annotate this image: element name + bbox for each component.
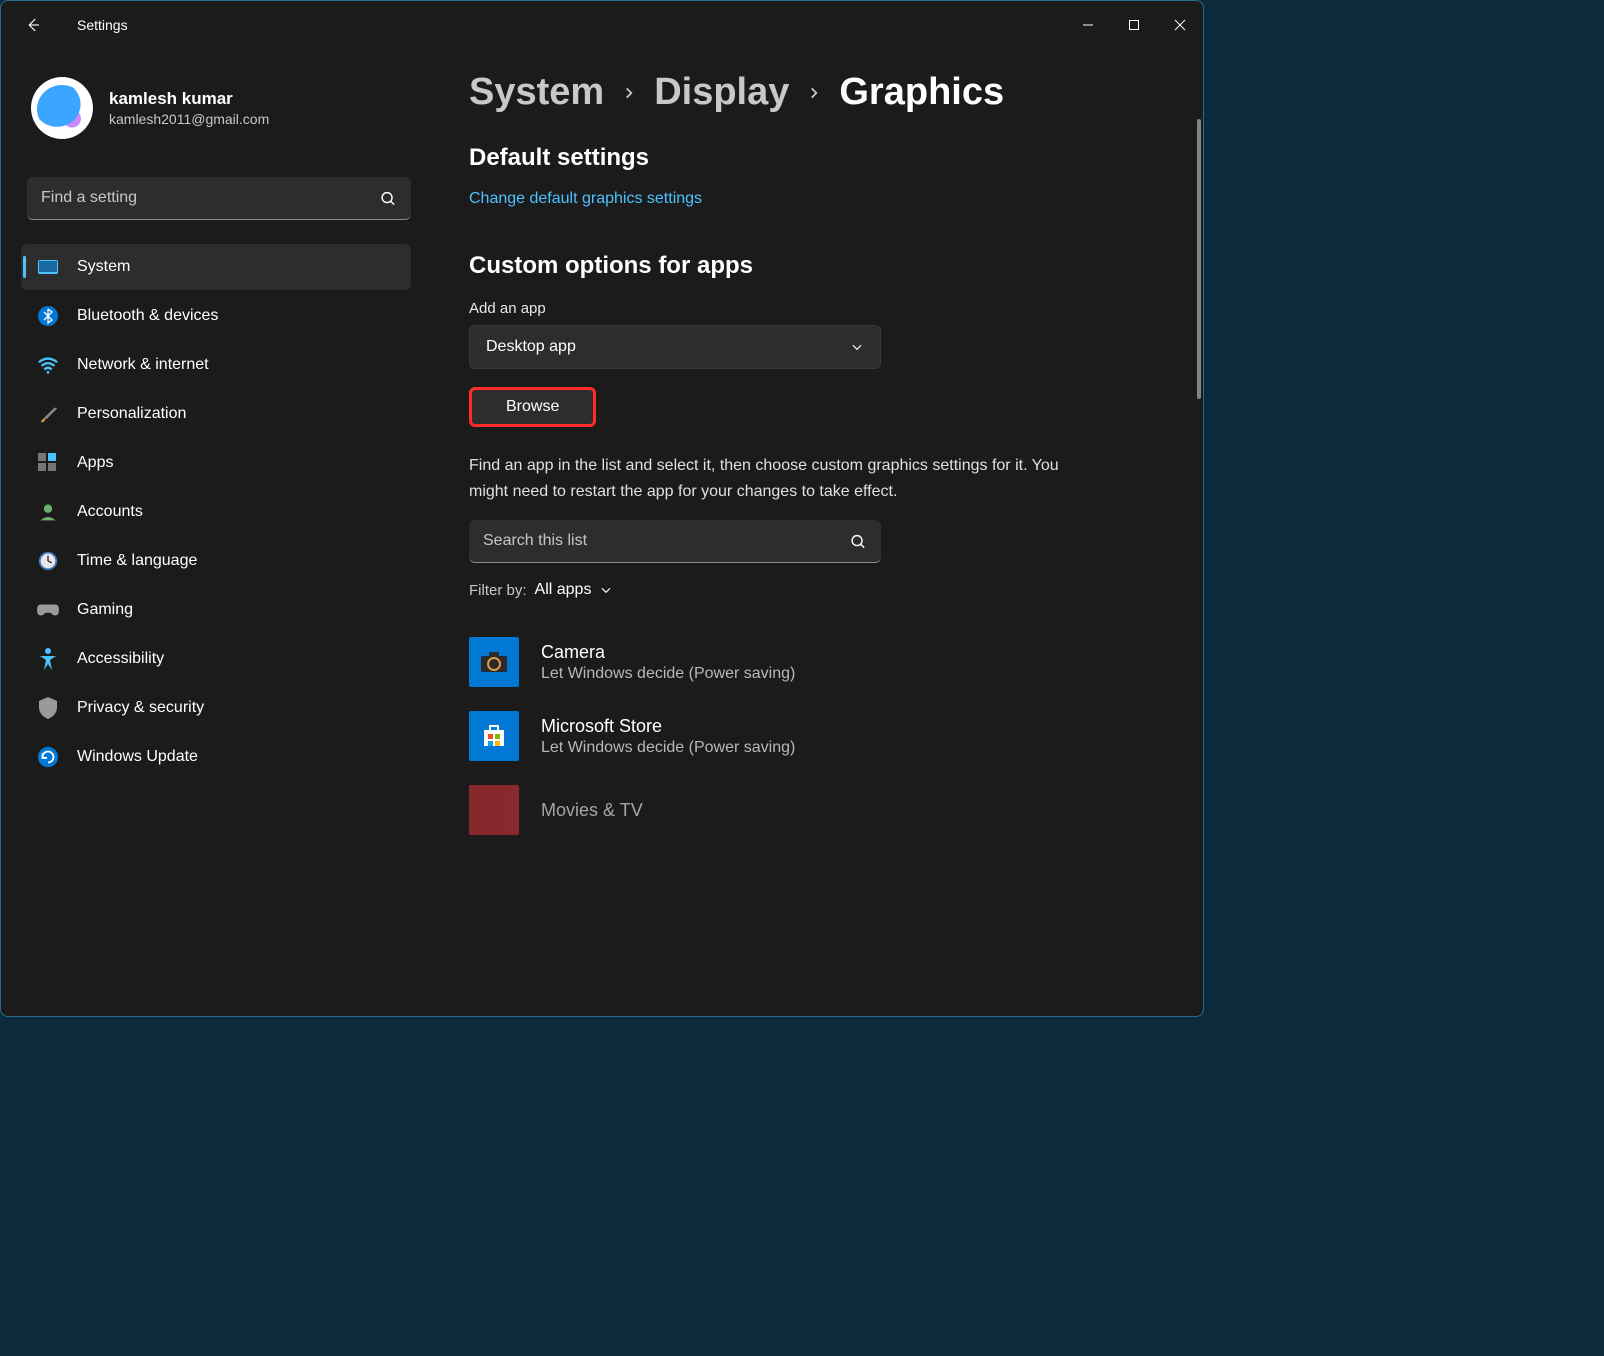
app-name: Movies & TV — [541, 800, 643, 821]
sidebar-item-time[interactable]: Time & language — [21, 538, 411, 584]
chevron-down-icon — [850, 340, 864, 354]
apps-icon — [37, 452, 59, 474]
filter-value: All apps — [535, 581, 592, 599]
sidebar-item-bluetooth[interactable]: Bluetooth & devices — [21, 293, 411, 339]
shield-icon — [37, 697, 59, 719]
add-app-label: Add an app — [469, 300, 1193, 317]
scrollbar[interactable] — [1197, 119, 1201, 399]
sidebar-item-label: Accessibility — [77, 650, 164, 668]
filter-label: Filter by: — [469, 582, 527, 599]
sidebar-item-gaming[interactable]: Gaming — [21, 587, 411, 633]
app-row-camera[interactable]: Camera Let Windows decide (Power saving) — [469, 625, 1193, 699]
titlebar: Settings — [1, 1, 1203, 49]
store-icon — [469, 711, 519, 761]
movies-icon — [469, 785, 519, 835]
app-name: Microsoft Store — [541, 716, 795, 737]
search-icon — [850, 533, 867, 550]
sidebar-item-label: System — [77, 258, 130, 276]
sidebar-item-label: Bluetooth & devices — [77, 307, 218, 325]
sidebar-item-label: Gaming — [77, 601, 133, 619]
sidebar-item-accessibility[interactable]: Accessibility — [21, 636, 411, 682]
dropdown-value: Desktop app — [486, 338, 576, 356]
sidebar-item-label: Time & language — [77, 552, 197, 570]
sidebar-item-label: Personalization — [77, 405, 186, 423]
update-icon — [37, 746, 59, 768]
sidebar: kamlesh kumar kamlesh2011@gmail.com Syst… — [1, 49, 421, 1016]
bluetooth-icon — [37, 305, 59, 327]
filter-row[interactable]: Filter by: All apps — [469, 581, 1193, 599]
user-profile[interactable]: kamlesh kumar kamlesh2011@gmail.com — [21, 77, 421, 139]
breadcrumb-system[interactable]: System — [469, 71, 604, 114]
sidebar-item-label: Windows Update — [77, 748, 198, 766]
accessibility-icon — [37, 648, 59, 670]
app-sub: Let Windows decide (Power saving) — [541, 665, 795, 683]
sidebar-item-label: Privacy & security — [77, 699, 204, 717]
search-input[interactable] — [27, 177, 411, 220]
sidebar-item-network[interactable]: Network & internet — [21, 342, 411, 388]
sidebar-item-privacy[interactable]: Privacy & security — [21, 685, 411, 731]
minimize-button[interactable] — [1065, 10, 1111, 40]
main-content: System Display Graphics Default settings… — [421, 49, 1203, 1016]
user-email: kamlesh2011@gmail.com — [109, 111, 269, 127]
app-sub: Let Windows decide (Power saving) — [541, 739, 795, 757]
app-title: Settings — [77, 17, 128, 33]
clock-icon — [37, 550, 59, 572]
maximize-button[interactable] — [1111, 10, 1157, 40]
search-list-input[interactable] — [469, 520, 881, 563]
avatar — [31, 77, 93, 139]
breadcrumb-display[interactable]: Display — [654, 71, 789, 114]
camera-icon — [469, 637, 519, 687]
sidebar-item-update[interactable]: Windows Update — [21, 734, 411, 780]
close-button[interactable] — [1157, 10, 1203, 40]
change-default-link[interactable]: Change default graphics settings — [469, 190, 702, 208]
section-custom-options: Custom options for apps — [469, 252, 1193, 280]
help-text: Find an app in the list and select it, t… — [469, 453, 1079, 504]
sidebar-item-accounts[interactable]: Accounts — [21, 489, 411, 535]
search-list-box — [469, 520, 881, 563]
user-name: kamlesh kumar — [109, 89, 269, 109]
app-row-movies[interactable]: Movies & TV — [469, 773, 1193, 847]
app-name: Camera — [541, 642, 795, 663]
sidebar-item-label: Apps — [77, 454, 113, 472]
chevron-right-icon — [622, 86, 636, 100]
sidebar-item-system[interactable]: System — [21, 244, 411, 290]
app-row-store[interactable]: Microsoft Store Let Windows decide (Powe… — [469, 699, 1193, 773]
sidebar-item-label: Network & internet — [77, 356, 209, 374]
search-icon — [380, 190, 397, 207]
display-icon — [37, 256, 59, 278]
gamepad-icon — [37, 599, 59, 621]
wifi-icon — [37, 354, 59, 376]
search-box — [27, 177, 411, 220]
app-type-dropdown[interactable]: Desktop app — [469, 325, 881, 369]
sidebar-item-apps[interactable]: Apps — [21, 440, 411, 486]
back-button[interactable] — [13, 5, 53, 45]
sidebar-item-personalization[interactable]: Personalization — [21, 391, 411, 437]
chevron-right-icon — [807, 86, 821, 100]
browse-button[interactable]: Browse — [469, 387, 596, 427]
brush-icon — [37, 403, 59, 425]
account-icon — [37, 501, 59, 523]
breadcrumb: System Display Graphics — [469, 71, 1193, 114]
chevron-down-icon — [599, 583, 613, 597]
section-default-settings: Default settings — [469, 144, 1193, 172]
breadcrumb-current: Graphics — [839, 71, 1004, 114]
sidebar-item-label: Accounts — [77, 503, 143, 521]
